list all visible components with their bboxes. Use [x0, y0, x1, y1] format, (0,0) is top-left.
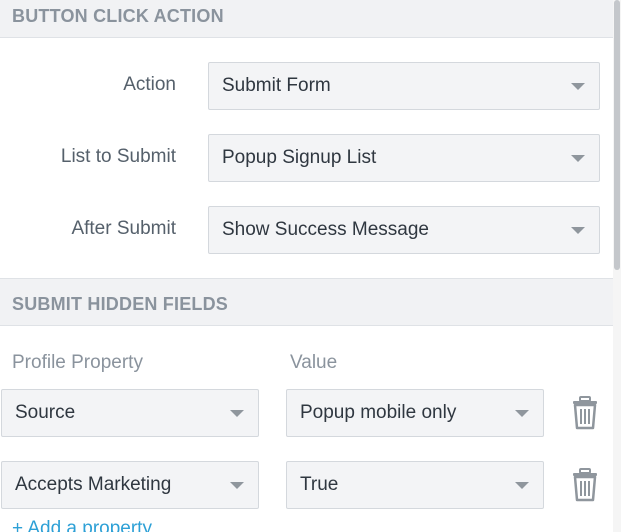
settings-panel: BUTTON CLICK ACTION Action Submit Form L… — [0, 0, 613, 532]
chevron-down-icon — [515, 482, 529, 489]
action-select[interactable]: Submit Form — [208, 62, 600, 110]
list-to-submit-select-value: Popup Signup List — [222, 147, 377, 168]
list-to-submit-select[interactable]: Popup Signup List — [208, 134, 600, 182]
field-property-value: Source — [15, 402, 76, 423]
scrollbar-thumb[interactable] — [614, 0, 620, 270]
trash-icon[interactable] — [570, 396, 600, 430]
chevron-down-icon — [571, 83, 585, 90]
add-property-link[interactable]: + Add a property — [12, 518, 152, 532]
field-property-select[interactable]: Accepts Marketing — [1, 461, 259, 509]
section-title: BUTTON CLICK ACTION — [12, 6, 224, 26]
chevron-down-icon — [571, 227, 585, 234]
button-click-action-header: BUTTON CLICK ACTION — [0, 0, 613, 38]
action-select-value: Submit Form — [222, 75, 331, 96]
after-submit-select[interactable]: Show Success Message — [208, 206, 600, 254]
after-submit-select-value: Show Success Message — [222, 219, 429, 240]
field-value-select[interactable]: True — [286, 461, 544, 509]
field-property-select[interactable]: Source — [1, 389, 259, 437]
trash-icon[interactable] — [570, 468, 600, 502]
chevron-down-icon — [230, 482, 244, 489]
submit-hidden-fields-header: SUBMIT HIDDEN FIELDS — [0, 278, 613, 326]
chevron-down-icon — [230, 410, 244, 417]
field-value-select[interactable]: Popup mobile only — [286, 389, 544, 437]
field-value-value: True — [300, 474, 339, 495]
after-submit-label: After Submit — [71, 218, 176, 239]
chevron-down-icon — [515, 410, 529, 417]
list-to-submit-label: List to Submit — [60, 146, 176, 167]
action-label: Action — [123, 74, 176, 95]
profile-property-column-label: Profile Property — [12, 352, 143, 373]
field-value-value: Popup mobile only — [300, 402, 457, 423]
value-column-label: Value — [290, 352, 338, 373]
field-property-value: Accepts Marketing — [15, 474, 172, 495]
chevron-down-icon — [571, 155, 585, 162]
section-title: SUBMIT HIDDEN FIELDS — [12, 294, 229, 314]
